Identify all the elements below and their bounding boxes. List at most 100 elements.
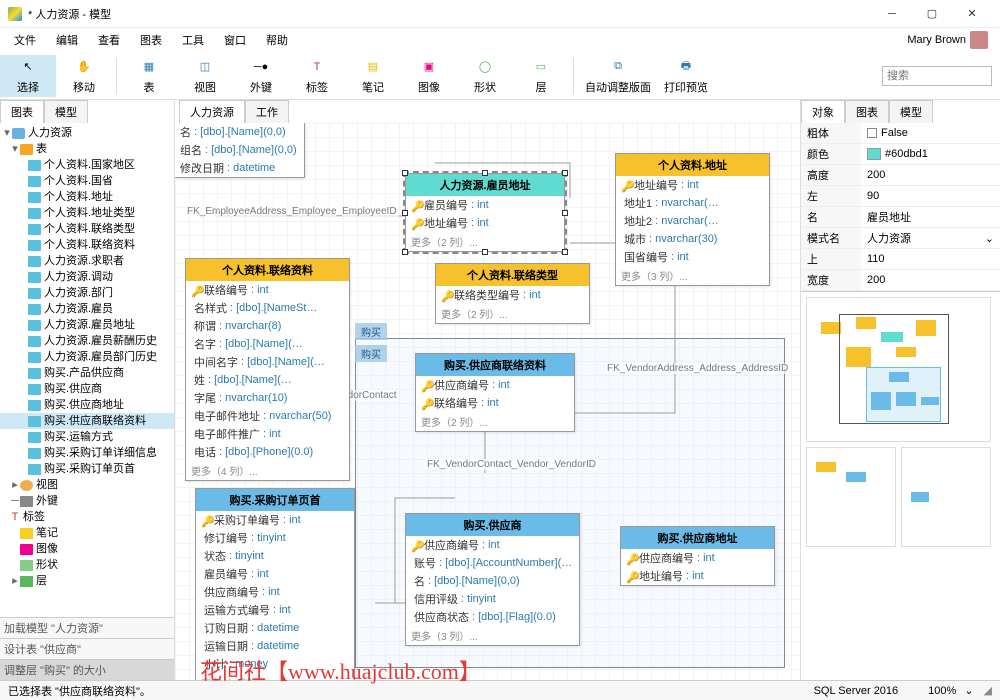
tree-table-item[interactable]: 个人资料.联络类型 [0, 221, 174, 237]
property-row[interactable]: 上110 [801, 249, 1000, 270]
tree-layers[interactable]: 层 [36, 574, 47, 588]
autolayout-icon: ⧉ [608, 57, 628, 77]
tree-table-item[interactable]: 人力资源.调动 [0, 269, 174, 285]
key-icon: 🔑 [191, 285, 201, 295]
tree-table-item[interactable]: 购买.供应商地址 [0, 397, 174, 413]
entity-partial[interactable]: 名: [dbo].[Name](0,0) 组名: [dbo].[Name](0,… [175, 123, 305, 178]
tree-table-item[interactable]: 购买.采购订单页首 [0, 461, 174, 477]
tree-notes[interactable]: 笔记 [36, 526, 58, 540]
menu-edit[interactable]: 编辑 [46, 29, 88, 51]
dropdown-icon[interactable]: ⌄ [985, 232, 994, 245]
tree-views[interactable]: 视图 [36, 478, 58, 492]
object-tree[interactable]: ▾人力资源 ▾表 个人资料.国家地区个人资料.国省个人资料.地址个人资料.地址类… [0, 123, 174, 617]
property-row[interactable]: 粗体False [801, 123, 1000, 144]
auto-layout-button[interactable]: ⧉自动调整版面 [578, 55, 658, 97]
print-preview-button[interactable]: 🖶打印预览 [658, 55, 714, 97]
print-icon: 🖶 [676, 57, 696, 77]
tree-table-item[interactable]: 人力资源.部门 [0, 285, 174, 301]
tree-labels[interactable]: 标签 [23, 510, 45, 524]
entity-vendor-address[interactable]: 购买.供应商地址 🔑供应商编号: int 🔑地址编号: int [620, 526, 775, 586]
tree-table-item[interactable]: 人力资源.求职者 [0, 253, 174, 269]
checkbox-icon[interactable] [867, 128, 877, 138]
entity-address[interactable]: 个人资料.地址 🔑地址编号: int 地址1: nvarchar(… 地址2: … [615, 153, 770, 286]
tree-table-item[interactable]: 人力资源.雇员地址 [0, 317, 174, 333]
tree-table-item[interactable]: 个人资料.地址 [0, 189, 174, 205]
tree-table-item[interactable]: 人力资源.雇员部门历史 [0, 349, 174, 365]
key-icon: 🔑 [201, 515, 211, 525]
select-tool[interactable]: ↖选择 [0, 55, 56, 97]
tree-table-item[interactable]: 购买.供应商 [0, 381, 174, 397]
menu-view[interactable]: 查看 [88, 29, 130, 51]
menu-help[interactable]: 帮助 [256, 29, 298, 51]
tree-table-item[interactable]: 个人资料.地址类型 [0, 205, 174, 221]
left-tab-model[interactable]: 模型 [44, 100, 88, 123]
right-tab-chart[interactable]: 图表 [845, 100, 889, 123]
label-tool[interactable]: T标签 [289, 55, 345, 97]
tree-shapes[interactable]: 形状 [36, 558, 58, 572]
tree-table-item[interactable]: 购买.产品供应商 [0, 365, 174, 381]
layer-icon: ▭ [531, 57, 551, 77]
left-tab-chart[interactable]: 图表 [0, 100, 44, 123]
menu-tools[interactable]: 工具 [172, 29, 214, 51]
tree-tables[interactable]: 表 [36, 142, 47, 156]
zoom-dropdown-icon[interactable]: ⌄ [964, 684, 973, 697]
toolbar: ↖选择 ✋移动 ▦表 ◫视图 ─●外键 T标签 ▤笔记 ▣图像 ◯形状 ▭层 ⧉… [0, 52, 1000, 100]
shape-icon: ◯ [475, 57, 495, 77]
entity-contact-type[interactable]: 个人资料.联络类型 🔑联络类型编号: int 更多（2 列）... [435, 263, 590, 324]
tree-table-item[interactable]: 人力资源.雇员薪酬历史 [0, 333, 174, 349]
avatar-icon [970, 31, 988, 49]
note-tool[interactable]: ▤笔记 [345, 55, 401, 97]
tree-root[interactable]: 人力资源 [28, 126, 72, 140]
key-icon: 🔑 [626, 571, 636, 581]
close-button[interactable]: ✕ [952, 0, 992, 28]
search-box[interactable] [882, 66, 992, 86]
status-zoom[interactable]: 100% [928, 685, 956, 697]
menu-chart[interactable]: 图表 [130, 29, 172, 51]
property-grid[interactable]: 粗体False颜色#60dbd1高度200左90名雇员地址模式名人力资源⌄上11… [801, 123, 1000, 291]
diagram-canvas[interactable]: 购买 购买 FK_EmployeeAddress_Employee_Employ… [175, 123, 800, 680]
property-row[interactable]: 宽度200 [801, 270, 1000, 291]
tree-table-item[interactable]: 个人资料.联络资料 [0, 237, 174, 253]
entity-vendor[interactable]: 购买.供应商 🔑供应商编号: int 账号: [dbo].[AccountNum… [405, 513, 580, 646]
property-row[interactable]: 高度200 [801, 165, 1000, 186]
tree-table-item[interactable]: 个人资料.国家地区 [0, 157, 174, 173]
entity-contact[interactable]: 个人资料.联络资料 🔑联络编号: int 名样式: [dbo].[NameSt…… [185, 258, 350, 481]
right-tab-object[interactable]: 对象 [801, 100, 845, 123]
property-row[interactable]: 颜色#60dbd1 [801, 144, 1000, 165]
doc-tab-work[interactable]: 工作 [245, 100, 289, 123]
minimap[interactable] [801, 291, 1000, 680]
tree-table-item[interactable]: 购买.运输方式 [0, 429, 174, 445]
tree-table-item[interactable]: 人力资源.雇员 [0, 301, 174, 317]
menu-file[interactable]: 文件 [4, 29, 46, 51]
right-tab-model[interactable]: 模型 [889, 100, 933, 123]
maximize-button[interactable]: ▢ [912, 0, 952, 28]
title-bar: * 人力资源 - 模型 ─ ▢ ✕ [0, 0, 1000, 28]
property-row[interactable]: 模式名人力资源⌄ [801, 228, 1000, 249]
shape-tool[interactable]: ◯形状 [457, 55, 513, 97]
tree-table-item[interactable]: 购买.采购订单详细信息 [0, 445, 174, 461]
fk-tool[interactable]: ─●外键 [233, 55, 289, 97]
image-tool[interactable]: ▣图像 [401, 55, 457, 97]
menu-window[interactable]: 窗口 [214, 29, 256, 51]
resize-grip-icon[interactable]: ◢ [984, 684, 992, 697]
user-area[interactable]: Mary Brown [907, 31, 988, 49]
note-icon: ▤ [363, 57, 383, 77]
move-tool[interactable]: ✋移动 [56, 55, 112, 97]
property-row[interactable]: 名雇员地址 [801, 207, 1000, 228]
entity-employee-address[interactable]: 人力资源.雇员地址 🔑雇员编号: int 🔑地址编号: int 更多（2 列）.… [405, 173, 565, 252]
search-input[interactable] [882, 66, 992, 86]
tree-table-item[interactable]: 购买.供应商联络资料 [0, 413, 174, 429]
layer-tool[interactable]: ▭层 [513, 55, 569, 97]
key-icon: 🔑 [626, 553, 636, 563]
entity-vendor-contact[interactable]: 购买.供应商联络资料 🔑供应商编号: int 🔑联络编号: int 更多（2 列… [415, 353, 575, 432]
property-row[interactable]: 左90 [801, 186, 1000, 207]
canvas-area: 人力资源 工作 购买 购买 FK_Employ [175, 100, 800, 680]
minimize-button[interactable]: ─ [872, 0, 912, 28]
tree-table-item[interactable]: 个人资料.国省 [0, 173, 174, 189]
tree-fks[interactable]: 外键 [36, 494, 58, 508]
tree-images[interactable]: 图像 [36, 542, 58, 556]
view-tool[interactable]: ◫视图 [177, 55, 233, 97]
entity-po-header[interactable]: 购买.采购订单页首 🔑采购订单编号: int 修订编号: tinyint 状态:… [195, 488, 355, 680]
table-tool[interactable]: ▦表 [121, 55, 177, 97]
doc-tab-hr[interactable]: 人力资源 [179, 100, 245, 123]
